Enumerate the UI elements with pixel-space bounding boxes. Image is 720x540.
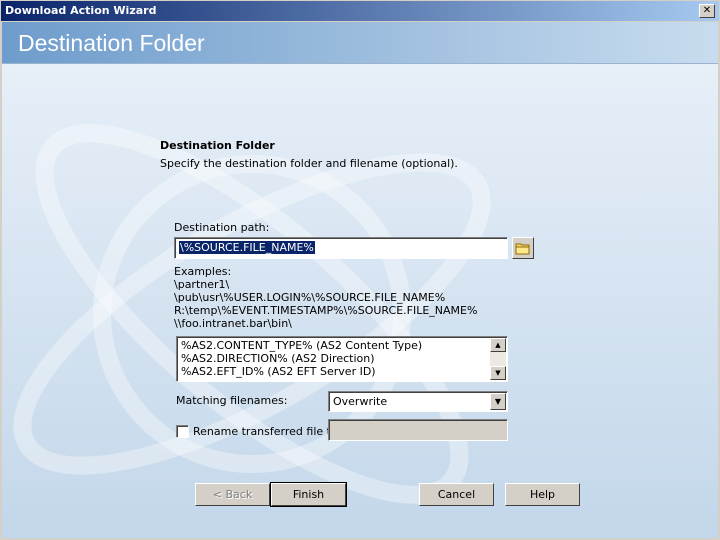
folder-icon	[515, 243, 530, 254]
wizard-client-area: Destination Folder Destination Folder Sp…	[2, 22, 718, 538]
section-title: Destination Folder	[160, 139, 275, 152]
destination-path-label: Destination path:	[174, 221, 270, 234]
example-line: \pub\usr\%USER.LOGIN%\%SOURCE.FILE_NAME%	[174, 291, 446, 304]
page-title: Destination Folder	[18, 30, 205, 56]
destination-path-value: \%SOURCE.FILE_NAME%	[179, 241, 315, 254]
matching-filenames-label: Matching filenames:	[176, 394, 288, 407]
scroll-down-icon[interactable]: ▼	[490, 366, 506, 380]
example-line: \\foo.intranet.bar\bin\	[174, 317, 292, 330]
help-button[interactable]: Help	[505, 483, 580, 506]
close-icon[interactable]: ✕	[699, 4, 715, 18]
example-line: R:\temp\%EVENT.TIMESTAMP%\%SOURCE.FILE_N…	[174, 304, 478, 317]
examples-block: Examples: \partner1\ \pub\usr\%USER.LOGI…	[174, 265, 477, 330]
matching-filenames-select[interactable]: Overwrite ▼	[328, 391, 508, 412]
finish-button[interactable]: Finish	[270, 482, 347, 507]
chevron-down-icon[interactable]: ▼	[490, 393, 506, 410]
scroll-up-icon[interactable]: ▲	[490, 338, 506, 352]
variables-listbox[interactable]: %AS2.CONTENT_TYPE% (AS2 Content Type) %A…	[176, 336, 508, 382]
list-item[interactable]: %AS2.DIRECTION% (AS2 Direction)	[181, 352, 422, 365]
section-description: Specify the destination folder and filen…	[160, 157, 458, 170]
matching-filenames-value: Overwrite	[333, 395, 388, 408]
window-title: Download Action Wizard	[5, 4, 157, 17]
cancel-button[interactable]: Cancel	[419, 483, 494, 506]
rename-checkbox[interactable]	[176, 425, 189, 438]
header-band: Destination Folder	[2, 22, 718, 64]
rename-label[interactable]: Rename transferred file to	[193, 425, 338, 438]
list-item[interactable]: %AS2.CONTENT_TYPE% (AS2 Content Type)	[181, 339, 422, 352]
listbox-scrollbar[interactable]: ▲ ▼	[490, 338, 506, 380]
example-line: \partner1\	[174, 278, 230, 291]
list-item[interactable]: %AS2.EFT_ID% (AS2 EFT Server ID)	[181, 365, 422, 378]
window-titlebar: Download Action Wizard ✕	[0, 0, 720, 22]
browse-folder-button[interactable]	[512, 237, 534, 259]
back-button[interactable]: < Back	[195, 483, 270, 506]
rename-filename-input	[328, 419, 508, 441]
destination-path-input[interactable]: \%SOURCE.FILE_NAME%	[174, 237, 508, 259]
examples-heading: Examples:	[174, 265, 232, 278]
